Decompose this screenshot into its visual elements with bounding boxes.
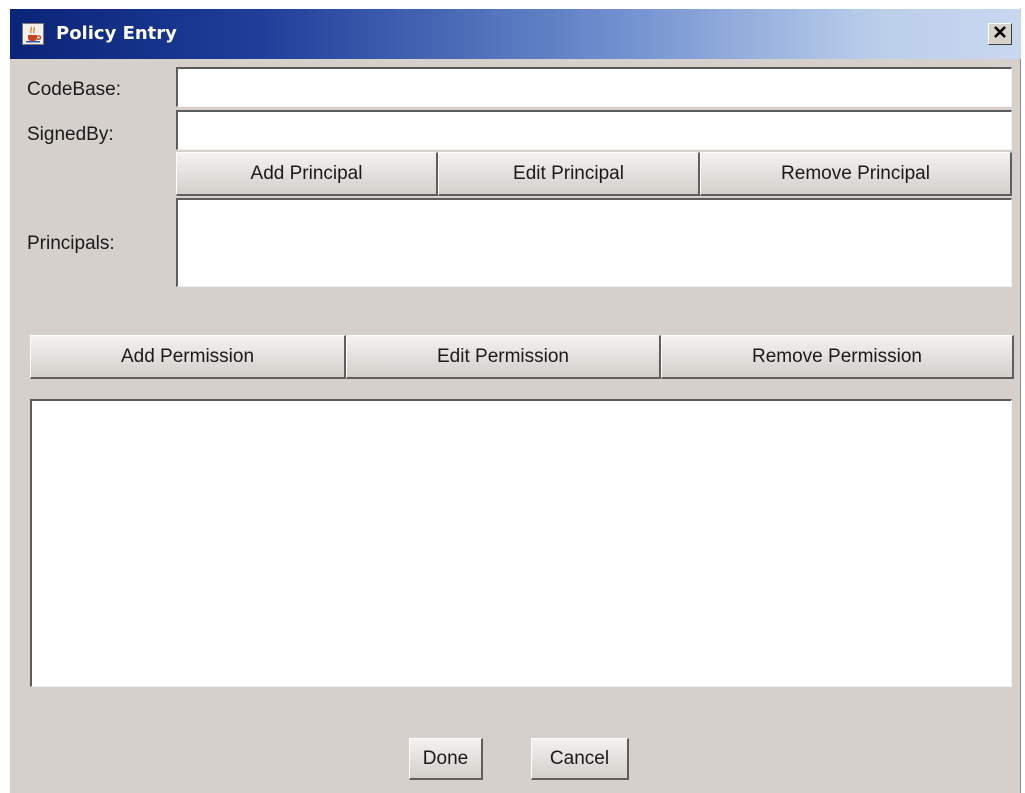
signedby-input[interactable]	[176, 110, 1012, 150]
permissions-list[interactable]	[30, 399, 1012, 687]
remove-permission-button[interactable]: Remove Permission	[661, 335, 1014, 379]
policy-entry-window: Policy Entry CodeBase: SignedBy: Add Pri…	[9, 8, 1021, 793]
add-principal-button[interactable]: Add Principal	[176, 152, 438, 196]
title-bar[interactable]: Policy Entry	[10, 9, 1021, 59]
close-x-icon	[993, 25, 1007, 44]
remove-principal-button[interactable]: Remove Principal	[700, 152, 1012, 196]
done-button[interactable]: Done	[409, 738, 483, 780]
edit-principal-button[interactable]: Edit Principal	[438, 152, 700, 196]
principals-label: Principals:	[27, 233, 115, 254]
principals-list[interactable]	[176, 198, 1012, 287]
cancel-button[interactable]: Cancel	[531, 738, 629, 780]
java-cup-icon	[22, 23, 44, 45]
codebase-label: CodeBase:	[27, 79, 122, 100]
codebase-input[interactable]	[176, 67, 1012, 107]
window-title: Policy Entry	[56, 23, 177, 44]
add-permission-button[interactable]: Add Permission	[30, 335, 346, 379]
edit-permission-button[interactable]: Edit Permission	[346, 335, 661, 379]
close-button[interactable]	[988, 23, 1012, 45]
signedby-label: SignedBy:	[27, 124, 114, 145]
